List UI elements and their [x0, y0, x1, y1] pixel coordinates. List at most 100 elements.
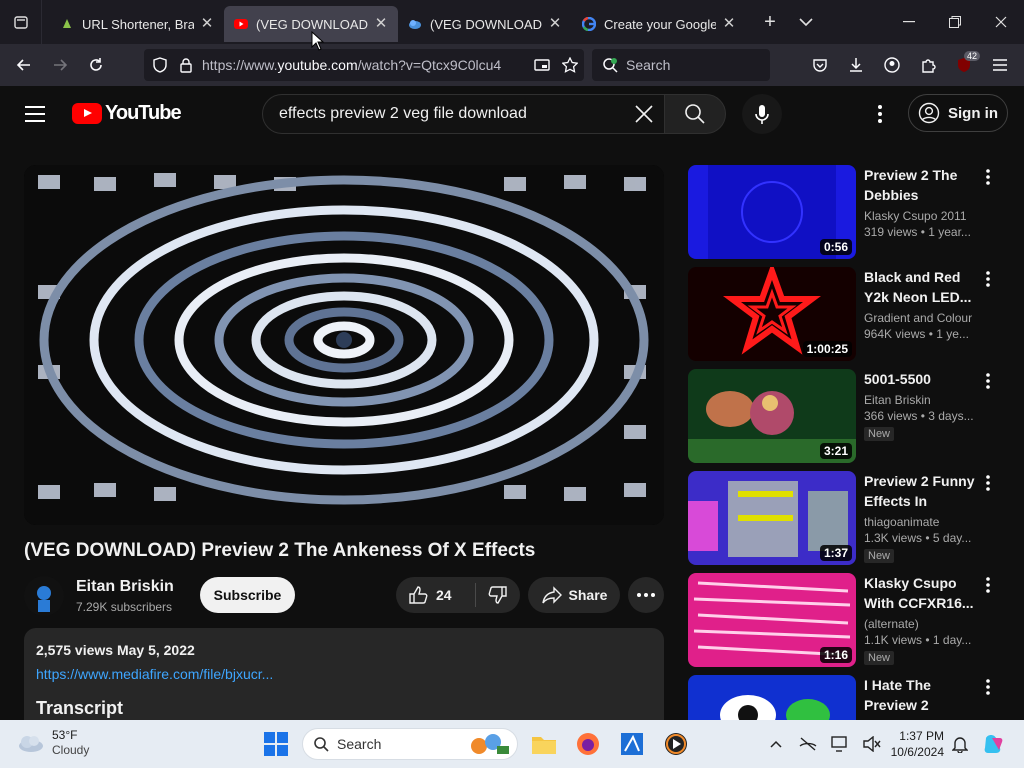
rec-channel[interactable]: thiagoanimate — [864, 515, 980, 529]
video-thumbnail[interactable] — [688, 675, 856, 720]
like-dislike-group: 24 — [396, 577, 520, 613]
dislike-button[interactable] — [476, 585, 520, 605]
notifications-button[interactable] — [944, 728, 976, 760]
pocket-button[interactable] — [802, 47, 838, 83]
clock[interactable]: 1:37 PM 10/6/2024 — [884, 728, 944, 760]
lock-icon[interactable] — [178, 57, 194, 73]
ublock-button[interactable]: 42 — [946, 47, 982, 83]
rec-menu-button[interactable] — [982, 369, 994, 393]
forward-button[interactable] — [42, 47, 78, 83]
reload-button[interactable] — [78, 47, 114, 83]
new-tab-button[interactable]: + — [752, 0, 788, 44]
sign-in-button[interactable]: Sign in — [908, 94, 1008, 132]
rec-channel[interactable]: Gradient and Colour — [864, 311, 980, 325]
list-item[interactable]: 0:56 Preview 2 The Debbies Effects... Kl… — [688, 165, 1008, 259]
rec-title[interactable]: Black and Red Y2k Neon LED... — [864, 267, 980, 307]
voice-search-button[interactable] — [742, 94, 782, 134]
list-item[interactable]: 3:21 5001-5500 Eitan Briskin 366 views •… — [688, 369, 1008, 463]
rec-menu-button[interactable] — [982, 471, 994, 495]
clock-time: 1:37 PM — [899, 729, 944, 743]
browser-search-field[interactable]: Search — [592, 49, 770, 81]
app-taskbar-button[interactable] — [616, 728, 648, 760]
bookmark-star-icon[interactable] — [562, 57, 578, 73]
list-item[interactable]: 1:16 Klasky Csupo With CCFXR16... (alter… — [688, 573, 1008, 667]
tab-veg-download-2[interactable]: (VEG DOWNLOAD) Preview ✕ — [398, 6, 572, 42]
video-thumbnail[interactable]: 0:56 — [688, 165, 856, 259]
description-link[interactable]: https://www.mediafire.com/file/bjxucr... — [36, 666, 652, 682]
account-button[interactable] — [874, 47, 910, 83]
close-icon[interactable]: ✕ — [722, 16, 736, 31]
shield-icon[interactable] — [152, 57, 168, 73]
tab-overview-button[interactable] — [0, 0, 42, 44]
tab-url-shortener[interactable]: URL Shortener, Branded ✕ — [50, 6, 224, 42]
windows-start-icon[interactable] — [262, 730, 290, 758]
video-duration: 1:37 — [819, 545, 852, 561]
more-actions-button[interactable] — [628, 577, 664, 613]
list-all-tabs-button[interactable] — [788, 0, 824, 44]
weather-widget[interactable]: 53°F Cloudy — [16, 728, 89, 758]
back-button[interactable] — [6, 47, 42, 83]
more-vertical-icon — [986, 475, 990, 491]
like-button[interactable]: 24 — [396, 583, 476, 607]
rec-menu-button[interactable] — [982, 165, 994, 189]
show-hidden-icons-button[interactable] — [760, 732, 792, 756]
list-item[interactable]: 1:00:25 Black and Red Y2k Neon LED... Gr… — [688, 267, 1008, 361]
description-box[interactable]: 2,575 views May 5, 2022 https://www.medi… — [24, 628, 664, 720]
extensions-button[interactable] — [910, 47, 946, 83]
avatar[interactable] — [24, 576, 64, 616]
tab-google-account[interactable]: Create your Google Account ✕ — [572, 6, 746, 42]
device-button[interactable] — [824, 732, 856, 756]
copilot-button[interactable] — [978, 728, 1010, 760]
address-bar[interactable]: https://www.youtube.com/watch?v=Qtcx9C0l… — [144, 49, 584, 81]
firefox-taskbar-button[interactable] — [572, 728, 604, 760]
rec-meta: 1.1K views • 1 day... — [864, 633, 972, 647]
youtube-search-input[interactable]: effects preview 2 veg file download — [262, 94, 666, 134]
file-explorer-taskbar-button[interactable] — [528, 728, 560, 760]
rec-title[interactable]: I Hate The Preview 2 Effect... — [864, 675, 980, 715]
rec-channel[interactable]: (alternate) — [864, 617, 980, 631]
picture-in-picture-icon[interactable] — [534, 57, 550, 73]
rec-title[interactable]: Preview 2 The Debbies Effects... — [864, 165, 980, 205]
rec-title[interactable]: 5001-5500 — [864, 369, 980, 389]
list-item[interactable]: 1:37 Preview 2 Funny Effects In Going...… — [688, 471, 1008, 565]
video-player[interactable] — [24, 165, 664, 525]
url-text[interactable]: https://www.youtube.com/watch?v=Qtcx9C0l… — [202, 57, 528, 73]
maximize-button[interactable] — [932, 0, 978, 44]
rec-channel[interactable]: Klasky Csupo 2011 — [864, 209, 980, 223]
channel-info[interactable]: Eitan Briskin 7.29K subscribers — [24, 576, 174, 616]
clear-search-icon[interactable] — [633, 103, 655, 125]
channel-name[interactable]: Eitan Briskin — [76, 578, 174, 596]
window-controls — [886, 0, 1024, 44]
video-thumbnail[interactable]: 1:16 — [688, 573, 856, 667]
video-thumbnail[interactable]: 1:00:25 — [688, 267, 856, 361]
share-button[interactable]: Share — [528, 577, 620, 613]
list-item[interactable]: I Hate The Preview 2 Effect... — [688, 675, 1008, 720]
guide-menu-icon[interactable] — [22, 102, 50, 126]
close-icon[interactable]: ✕ — [548, 16, 562, 31]
network-disconnected-icon — [799, 737, 817, 751]
toolbar-actions: 42 — [802, 47, 1018, 83]
media-player-taskbar-button[interactable] — [660, 728, 692, 760]
taskbar-search[interactable]: Search — [302, 728, 518, 760]
menu-button[interactable] — [982, 47, 1018, 83]
rec-channel[interactable]: Eitan Briskin — [864, 393, 980, 407]
close-window-button[interactable] — [978, 0, 1024, 44]
search-icon — [314, 737, 329, 752]
video-thumbnail[interactable]: 1:37 — [688, 471, 856, 565]
rec-menu-button[interactable] — [982, 675, 994, 699]
youtube-logo[interactable]: YouTube — [72, 102, 182, 125]
rec-menu-button[interactable] — [982, 573, 994, 597]
network-button[interactable] — [792, 732, 824, 756]
close-icon — [995, 16, 1007, 28]
close-icon[interactable]: ✕ — [374, 16, 388, 31]
youtube-search-button[interactable] — [664, 94, 726, 134]
rec-menu-button[interactable] — [982, 267, 994, 291]
settings-menu-button[interactable] — [866, 102, 894, 126]
minimize-button[interactable] — [886, 0, 932, 44]
downloads-button[interactable] — [838, 47, 874, 83]
rec-title[interactable]: Preview 2 Funny Effects In Going... — [864, 471, 980, 511]
subscribe-button[interactable]: Subscribe — [200, 577, 295, 613]
close-icon[interactable]: ✕ — [200, 16, 214, 31]
video-thumbnail[interactable]: 3:21 — [688, 369, 856, 463]
rec-title[interactable]: Klasky Csupo With CCFXR16... — [864, 573, 980, 613]
